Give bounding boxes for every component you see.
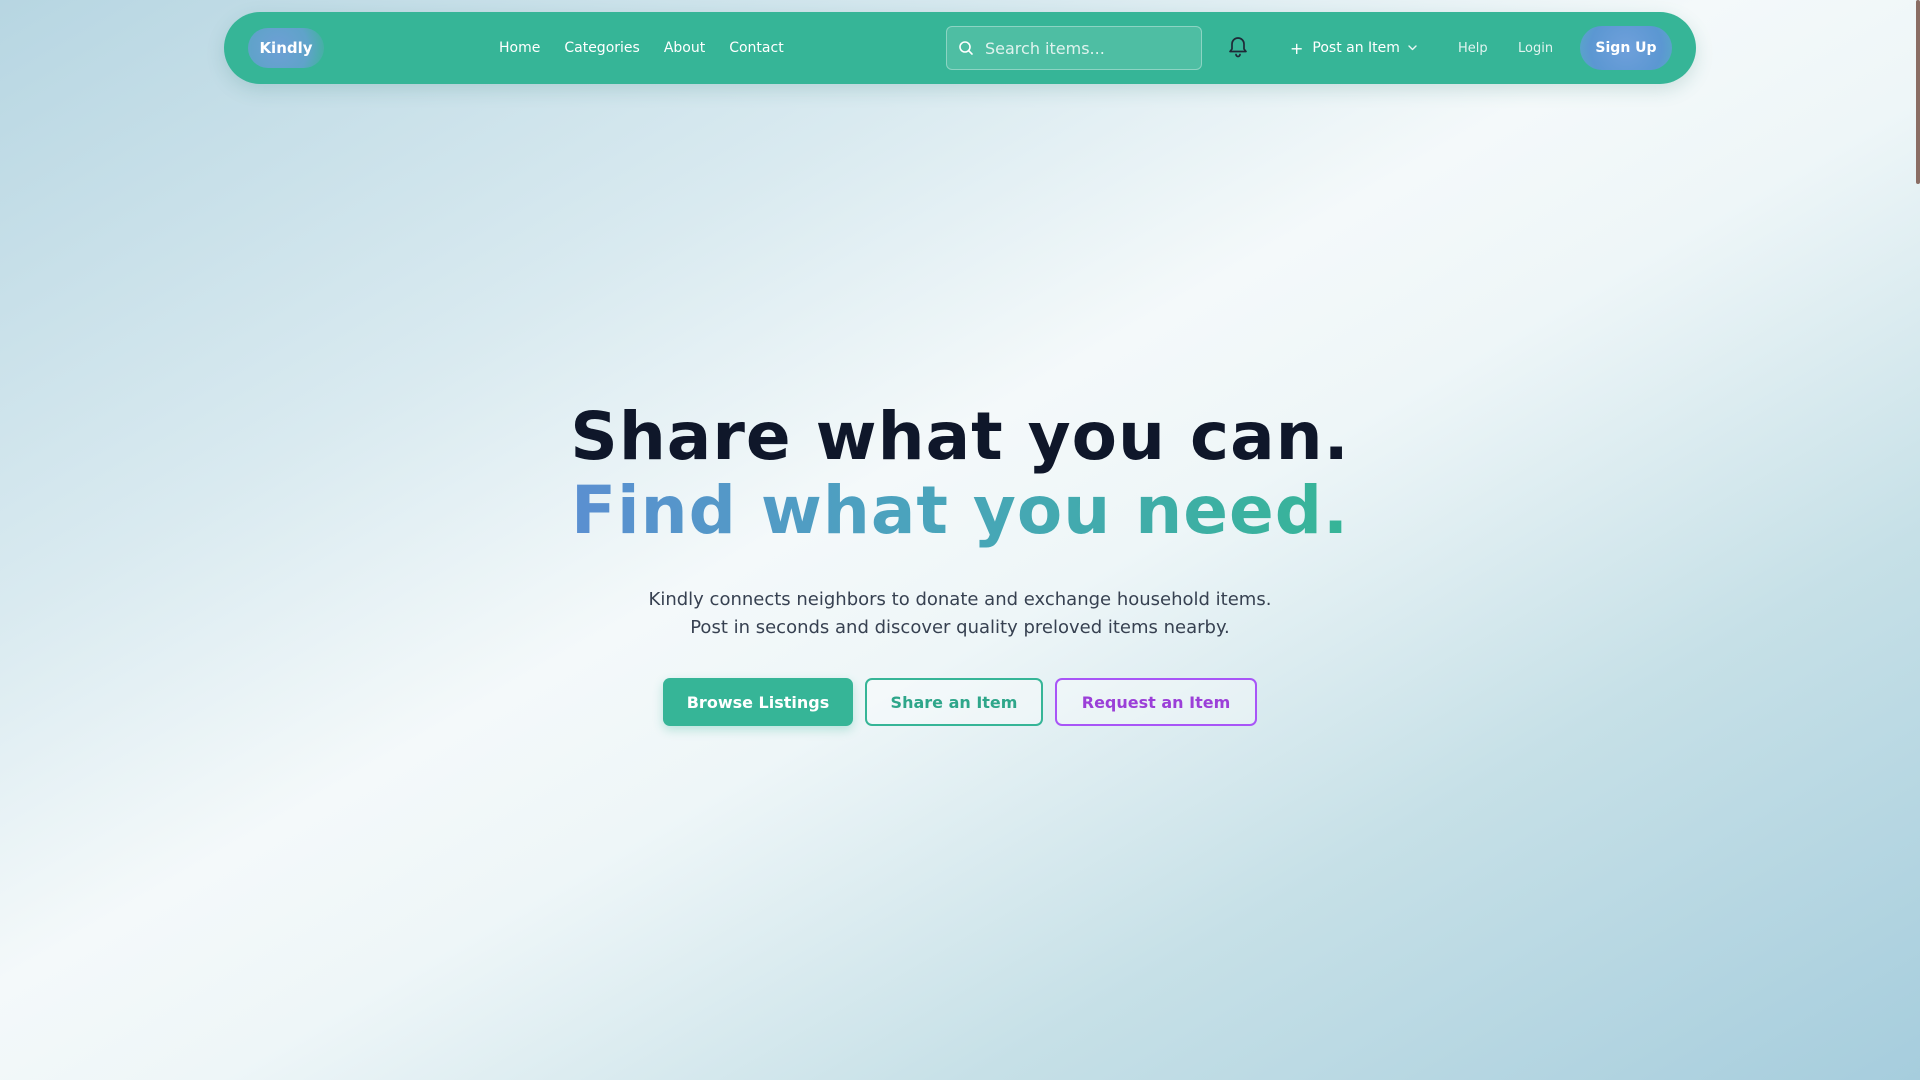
page-scrollbar[interactable] [1916, 0, 1920, 184]
nav-link-categories[interactable]: Categories [564, 40, 639, 56]
brand-logo[interactable]: Kindly [248, 28, 324, 68]
bell-icon [1226, 34, 1250, 62]
hero-headline-gradient: Find what you need. [570, 472, 1350, 549]
hero-subtitle: Kindly connects neighbors to donate and … [0, 586, 1920, 642]
post-item-dropdown[interactable]: + Post an Item [1290, 30, 1417, 66]
share-item-button[interactable]: Share an Item [865, 678, 1043, 726]
nav-links: Home Categories About Contact [499, 12, 808, 84]
hero-section: Share what you can. Find what you need. … [0, 400, 1920, 726]
cta-buttons: Browse Listings Share an Item Request an… [0, 678, 1920, 726]
hero-headline-primary: Share what you can. [570, 398, 1350, 475]
search-input[interactable] [985, 28, 1201, 68]
browse-listings-button[interactable]: Browse Listings [663, 678, 853, 726]
top-navbar: Kindly Home Categories About Contact + P… [224, 12, 1696, 84]
nav-link-contact[interactable]: Contact [729, 40, 783, 56]
nav-link-about[interactable]: About [664, 40, 705, 56]
hero-subtitle-line1: Kindly connects neighbors to donate and … [648, 589, 1272, 610]
search-icon [947, 26, 985, 70]
request-item-button[interactable]: Request an Item [1055, 678, 1257, 726]
help-link[interactable]: Help [1458, 12, 1488, 84]
login-link[interactable]: Login [1518, 12, 1553, 84]
post-item-label: Post an Item [1312, 40, 1400, 56]
notifications-button[interactable] [1224, 34, 1252, 62]
sign-up-button[interactable]: Sign Up [1580, 26, 1672, 70]
hero-subtitle-line2: Post in seconds and discover quality pre… [690, 617, 1230, 638]
search-box [946, 26, 1202, 70]
chevron-down-icon [1408, 43, 1417, 54]
plus-icon: + [1290, 38, 1304, 58]
nav-link-home[interactable]: Home [499, 40, 540, 56]
